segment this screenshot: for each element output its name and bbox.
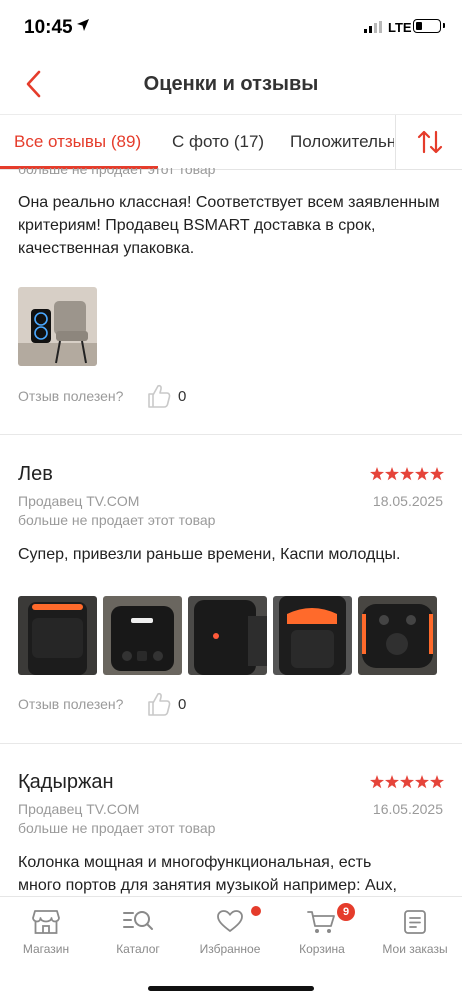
heart-icon: [217, 910, 243, 932]
shop-icon: [32, 910, 60, 934]
review-photo[interactable]: [358, 596, 437, 675]
bottom-navigation: Магазин Каталог Избранное 9 Корзина Мои …: [0, 896, 462, 1000]
helpful-label: Отзыв полезен?: [18, 696, 124, 712]
status-time: 10:45: [24, 17, 73, 38]
tab-all-reviews[interactable]: Все отзывы (89): [14, 132, 141, 152]
location-arrow-icon: [77, 19, 89, 31]
seller-note: больше не продает этот товар: [18, 820, 216, 836]
thumbs-up-icon[interactable]: [146, 691, 172, 717]
nav-label: Мои заказы: [382, 942, 448, 956]
app-header: Оценки и отзывы: [0, 56, 462, 114]
battery-icon: [413, 19, 445, 33]
nav-label: Корзина: [299, 942, 345, 956]
page-title: Оценки и отзывы: [143, 73, 319, 95]
review-photo[interactable]: [18, 596, 97, 675]
review-date: 18.05.2025: [372, 493, 443, 509]
review-filter-tabs: Все отзывы (89) С фото (17) Положительны…: [0, 114, 462, 170]
home-indicator: [148, 986, 314, 991]
review-photo[interactable]: [103, 596, 182, 675]
review-text: Она реально классная! Соответствует всем…: [18, 194, 440, 257]
review-photo[interactable]: [188, 596, 267, 675]
review-text: Супер, привезли раньше времени, Каспи мо…: [18, 546, 401, 563]
notification-dot: [251, 906, 261, 916]
tab-positive[interactable]: Положительные: [290, 132, 394, 152]
cart-badge: 9: [337, 903, 355, 921]
sort-button[interactable]: [395, 115, 462, 169]
rating-stars: [370, 775, 444, 789]
helpful-count: 0: [178, 388, 187, 405]
sort-arrows-icon: [417, 130, 443, 154]
catalog-search-icon: [123, 911, 153, 930]
cart-icon: [307, 911, 335, 933]
reviews-list[interactable]: больше не продает этот товар Она реально…: [0, 168, 462, 896]
nav-my-orders[interactable]: Мои заказы: [368, 897, 462, 967]
helpful-label: Отзыв полезен?: [18, 388, 124, 404]
signal-icon: [364, 21, 382, 33]
nav-shop[interactable]: Магазин: [0, 897, 92, 967]
seller-note: больше не продает этот товар: [18, 168, 216, 177]
review-divider: [0, 743, 462, 744]
review-photo[interactable]: [273, 596, 352, 675]
nav-label: Магазин: [22, 942, 70, 956]
review-photo[interactable]: [18, 287, 97, 366]
reviewer-name: Қадыржан: [18, 771, 114, 793]
status-bar: 10:45 LTE: [0, 0, 462, 56]
seller-name: Продавец TV.COM: [18, 801, 140, 817]
nav-cart[interactable]: 9 Корзина: [276, 897, 368, 967]
reviewer-name: Лев: [18, 463, 53, 485]
nav-favorites[interactable]: Избранное: [184, 897, 276, 967]
review-text: Колонка мощная и многофункциональная, ес…: [18, 854, 397, 894]
tab-with-photo[interactable]: С фото (17): [172, 132, 264, 152]
nav-label: Избранное: [199, 942, 261, 956]
thumbs-up-icon[interactable]: [146, 383, 172, 409]
nav-label: Каталог: [116, 942, 160, 956]
rating-stars: [370, 467, 444, 481]
seller-note: больше не продает этот товар: [18, 512, 216, 528]
seller-name: Продавец TV.COM: [18, 493, 140, 509]
network-label: LTE: [388, 20, 412, 35]
helpful-count: 0: [178, 696, 187, 713]
review-divider: [0, 434, 462, 435]
orders-icon: [404, 910, 426, 934]
nav-catalog[interactable]: Каталог: [92, 897, 184, 967]
review-date: 16.05.2025: [372, 801, 443, 817]
